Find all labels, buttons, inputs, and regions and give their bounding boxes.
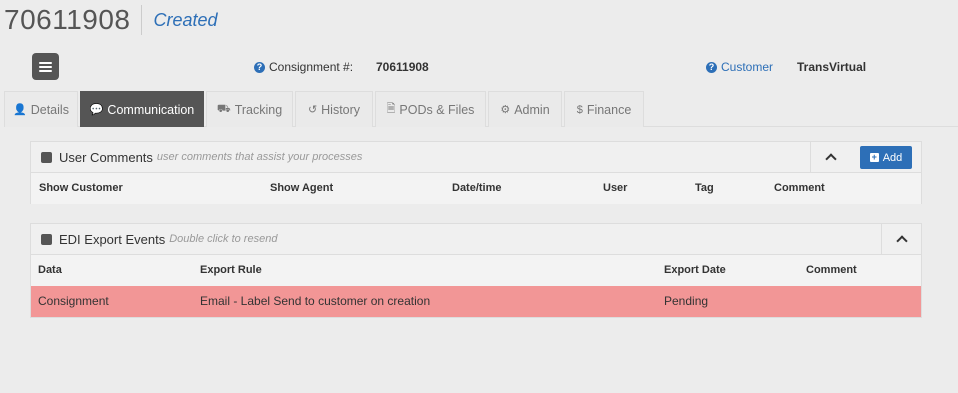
column-header[interactable]: Export Date bbox=[664, 264, 726, 276]
panel-subtitle: Double click to resend bbox=[169, 233, 278, 245]
dollar-icon: $ bbox=[576, 103, 583, 116]
tab-tracking[interactable]: ⛟ Tracking bbox=[206, 91, 293, 127]
table-row[interactable]: Consignment Email - Label Send to custom… bbox=[31, 286, 921, 317]
status-label: Created bbox=[153, 9, 218, 30]
menu-button[interactable] bbox=[32, 53, 59, 80]
tab-history[interactable]: ↺ History bbox=[295, 91, 373, 127]
title-divider bbox=[140, 5, 142, 35]
hamburger-icon bbox=[39, 61, 52, 72]
tab-label: History bbox=[321, 102, 361, 117]
consignment-value-wrap: 70611908 bbox=[376, 60, 429, 74]
tab-label: Communication bbox=[107, 102, 195, 117]
square-icon bbox=[41, 151, 52, 163]
panel-title: EDI Export Events bbox=[59, 231, 166, 247]
table-header: Show Customer Show Agent Date/time User … bbox=[31, 173, 921, 204]
column-header[interactable]: Show Customer bbox=[39, 182, 123, 194]
add-label: Add bbox=[882, 151, 903, 164]
plus-icon: + bbox=[869, 152, 879, 162]
table-header: Data Export Rule Export Date Comment bbox=[31, 255, 921, 286]
collapse-button[interactable] bbox=[881, 224, 921, 254]
chevron-up-icon bbox=[824, 153, 837, 165]
consignment-value: 70611908 bbox=[376, 60, 429, 74]
history-icon: ↺ bbox=[307, 104, 318, 116]
consignment-label: Consignment #: bbox=[269, 60, 354, 74]
add-comment-button[interactable]: + Add bbox=[860, 146, 912, 169]
page-title: 70611908 bbox=[4, 4, 131, 35]
consignment-info: ? Consignment #: bbox=[254, 60, 353, 74]
truck-icon: ⛟ bbox=[216, 102, 231, 115]
gear-icon: ⚙ bbox=[500, 104, 511, 116]
cell-data: Consignment bbox=[38, 294, 109, 308]
panel-header: EDI Export Events Double click to resend bbox=[31, 224, 921, 255]
customer-value-wrap: TransVirtual bbox=[797, 60, 866, 74]
panel-title: User Comments bbox=[59, 149, 153, 165]
customer-info: ? Customer bbox=[706, 60, 773, 74]
tab-admin[interactable]: ⚙ Admin bbox=[488, 91, 562, 127]
tab-pods-files[interactable]: 🗎 PODs & Files bbox=[375, 91, 486, 127]
column-header[interactable]: User bbox=[603, 182, 627, 194]
column-header[interactable]: Export Rule bbox=[200, 264, 262, 276]
chevron-up-icon bbox=[895, 235, 908, 247]
tab-label: Finance bbox=[586, 102, 632, 117]
column-header[interactable]: Comment bbox=[806, 264, 857, 276]
customer-link[interactable]: Customer bbox=[721, 60, 773, 74]
page-header: 70611908 Created bbox=[0, 0, 218, 40]
cell-export-rule: Email - Label Send to customer on creati… bbox=[200, 294, 431, 308]
column-header[interactable]: Tag bbox=[695, 182, 714, 194]
tab-label: PODs & Files bbox=[399, 102, 475, 117]
question-icon[interactable]: ? bbox=[254, 61, 265, 73]
tab-communication[interactable]: 💬 Communication bbox=[80, 91, 204, 127]
column-header[interactable]: Comment bbox=[774, 182, 825, 194]
tab-bar: 👤 Details 💬 Communication ⛟ Tracking ↺ H… bbox=[4, 91, 958, 127]
user-comments-panel: User Comments user comments that assist … bbox=[30, 141, 922, 204]
user-icon: 👤 bbox=[13, 104, 27, 116]
tab-label: Details bbox=[30, 102, 69, 117]
comment-icon: 💬 bbox=[89, 104, 104, 116]
tab-label: Tracking bbox=[234, 102, 283, 117]
column-header[interactable]: Show Agent bbox=[270, 182, 333, 194]
cell-export-date: Pending bbox=[664, 294, 709, 308]
column-header[interactable]: Date/time bbox=[452, 182, 502, 194]
tab-label: Admin bbox=[514, 102, 550, 117]
tab-details[interactable]: 👤 Details bbox=[4, 91, 78, 127]
square-icon bbox=[41, 233, 52, 245]
collapse-button[interactable] bbox=[810, 142, 850, 172]
edi-export-panel: EDI Export Events Double click to resend… bbox=[30, 223, 922, 318]
panel-header: User Comments user comments that assist … bbox=[31, 142, 921, 173]
customer-value: TransVirtual bbox=[797, 60, 867, 74]
question-icon[interactable]: ? bbox=[706, 61, 717, 73]
panel-subtitle: user comments that assist your processes bbox=[156, 151, 363, 163]
tab-finance[interactable]: $ Finance bbox=[564, 91, 644, 127]
file-icon: 🗎 bbox=[386, 103, 396, 115]
column-header[interactable]: Data bbox=[38, 264, 62, 276]
